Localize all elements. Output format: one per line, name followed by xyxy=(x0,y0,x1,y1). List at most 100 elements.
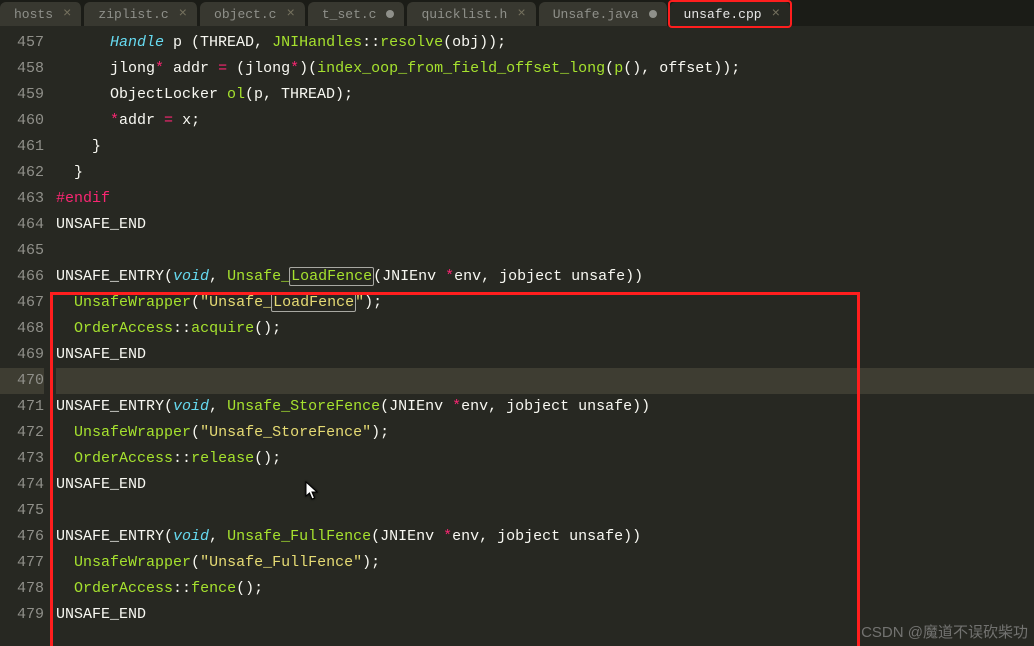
token: " xyxy=(355,294,364,311)
tab-label: t_set.c xyxy=(322,7,377,22)
editor-area[interactable]: 4574584594604614624634644654664674684694… xyxy=(0,26,1034,646)
token: :: xyxy=(173,450,191,467)
line-number: 459 xyxy=(0,82,44,108)
token: UnsafeWrapper xyxy=(74,554,191,571)
line-number: 461 xyxy=(0,134,44,160)
code-line[interactable]: jlong* addr = (jlong*)(index_oop_from_fi… xyxy=(56,56,1034,82)
token: OrderAccess xyxy=(74,580,173,597)
code-line[interactable]: } xyxy=(56,134,1034,160)
token: endif xyxy=(65,190,110,207)
token: JNIHandles xyxy=(272,34,362,51)
code-line[interactable]: UnsafeWrapper("Unsafe_LoadFence"); xyxy=(56,290,1034,316)
token: * xyxy=(452,398,461,415)
token: = xyxy=(218,60,227,77)
close-icon[interactable]: × xyxy=(179,6,187,22)
tab-label: hosts xyxy=(14,7,53,22)
code-line[interactable]: Handle p (THREAD, JNIHandles::resolve(ob… xyxy=(56,30,1034,56)
tab-object-c[interactable]: object.c× xyxy=(200,2,306,26)
code-line[interactable]: UnsafeWrapper("Unsafe_FullFence"); xyxy=(56,550,1034,576)
code-line[interactable]: OrderAccess::acquire(); xyxy=(56,316,1034,342)
line-number: 457 xyxy=(0,30,44,56)
close-icon[interactable]: × xyxy=(517,6,525,22)
token: OrderAccess xyxy=(74,320,173,337)
line-number: 478 xyxy=(0,576,44,602)
tab-bar: hosts×ziplist.c×object.c×t_set.cquicklis… xyxy=(0,0,1034,26)
token: LoadFence xyxy=(271,293,356,312)
token xyxy=(56,580,74,597)
code-line[interactable]: UNSAFE_ENTRY(void, Unsafe_StoreFence(JNI… xyxy=(56,394,1034,420)
line-number: 471 xyxy=(0,394,44,420)
token: ); xyxy=(362,554,380,571)
code-line[interactable]: UNSAFE_END xyxy=(56,212,1034,238)
token: * xyxy=(445,268,454,285)
token xyxy=(56,554,74,571)
token: "Unsafe_ xyxy=(200,294,272,311)
code-line[interactable] xyxy=(56,498,1034,524)
code-pane[interactable]: Handle p (THREAD, JNIHandles::resolve(ob… xyxy=(50,26,1034,646)
tab-unsafe-java[interactable]: Unsafe.java xyxy=(539,2,668,26)
token: (JNIEnv xyxy=(371,528,443,545)
token: } xyxy=(56,164,83,181)
code-line[interactable] xyxy=(56,368,1034,394)
token: , xyxy=(209,528,227,545)
token: jlong xyxy=(56,60,155,77)
line-number: 475 xyxy=(0,498,44,524)
token: UnsafeWrapper xyxy=(74,294,191,311)
close-icon[interactable]: × xyxy=(63,6,71,22)
token: ); xyxy=(371,424,389,441)
tab-unsafe-cpp[interactable]: unsafe.cpp × xyxy=(670,2,791,26)
code-line[interactable]: ObjectLocker ol(p, THREAD); xyxy=(56,82,1034,108)
code-line[interactable]: UNSAFE_END xyxy=(56,472,1034,498)
tab-t_set-c[interactable]: t_set.c xyxy=(308,2,406,26)
line-number: 463 xyxy=(0,186,44,212)
close-icon[interactable]: × xyxy=(286,6,294,22)
code-line[interactable]: UNSAFE_ENTRY(void, Unsafe_FullFence(JNIE… xyxy=(56,524,1034,550)
line-number: 464 xyxy=(0,212,44,238)
token: (); xyxy=(254,320,281,337)
token: * xyxy=(290,60,299,77)
token: } xyxy=(56,138,101,155)
token: ( xyxy=(605,60,614,77)
token: env, jobject unsafe)) xyxy=(461,398,650,415)
code-line[interactable]: OrderAccess::release(); xyxy=(56,446,1034,472)
token: Unsafe_ xyxy=(227,268,290,285)
token: addr xyxy=(164,60,218,77)
token: (), offset)); xyxy=(623,60,740,77)
line-number: 470 xyxy=(0,368,44,394)
code-line[interactable]: #endif xyxy=(56,186,1034,212)
tab-ziplist-c[interactable]: ziplist.c× xyxy=(84,2,198,26)
code-line[interactable]: UNSAFE_END xyxy=(56,342,1034,368)
token: , xyxy=(209,268,227,285)
tab-label: unsafe.cpp xyxy=(684,7,762,22)
token: (jlong xyxy=(227,60,290,77)
code-line[interactable] xyxy=(56,238,1034,264)
code-line[interactable]: } xyxy=(56,160,1034,186)
close-icon[interactable]: × xyxy=(772,6,780,22)
line-number: 476 xyxy=(0,524,44,550)
line-number: 465 xyxy=(0,238,44,264)
token: void xyxy=(173,268,209,285)
dirty-dot-icon xyxy=(386,10,394,18)
token: UNSAFE_ENTRY( xyxy=(56,398,173,415)
token xyxy=(56,320,74,337)
dirty-dot-icon xyxy=(649,10,657,18)
token: ( xyxy=(191,424,200,441)
token: void xyxy=(173,528,209,545)
code-line[interactable]: UNSAFE_ENTRY(void, Unsafe_LoadFence(JNIE… xyxy=(56,264,1034,290)
token: UNSAFE_END xyxy=(56,606,146,623)
code-line[interactable]: UnsafeWrapper("Unsafe_StoreFence"); xyxy=(56,420,1034,446)
tab-quicklist-h[interactable]: quicklist.h × xyxy=(407,2,536,26)
token: , xyxy=(209,398,227,415)
token xyxy=(56,34,110,51)
tab-hosts[interactable]: hosts × xyxy=(0,2,82,26)
token: (obj)); xyxy=(443,34,506,51)
token: :: xyxy=(173,580,191,597)
code-line[interactable]: *addr = x; xyxy=(56,108,1034,134)
code-line[interactable]: OrderAccess::fence(); xyxy=(56,576,1034,602)
code-line[interactable]: UNSAFE_END xyxy=(56,602,1034,628)
token: UNSAFE_ENTRY( xyxy=(56,528,173,545)
tab-label: quicklist.h xyxy=(421,7,507,22)
token: void xyxy=(173,398,209,415)
token: (); xyxy=(236,580,263,597)
token: UNSAFE_END xyxy=(56,346,146,363)
